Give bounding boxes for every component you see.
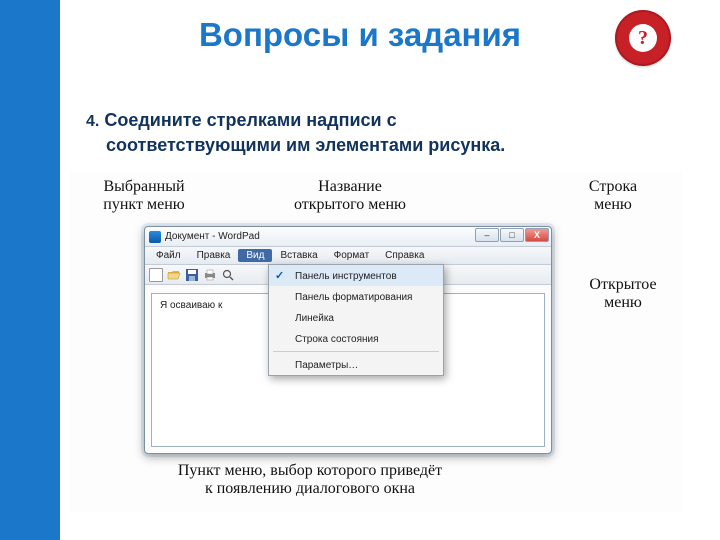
question-text: 4. Соедините стрелками надписи с соответ… [86, 108, 676, 157]
window-title-text: Документ - WordPad [165, 231, 260, 242]
dropdown-item-status-bar[interactable]: Строка состояния [269, 328, 443, 349]
slide-title: Вопросы и задания [80, 16, 640, 54]
question-mark-icon: ? [629, 24, 657, 52]
save-icon[interactable] [185, 268, 199, 282]
dropdown-item-label: Строка состояния [295, 334, 379, 345]
menu-insert[interactable]: Вставка [272, 249, 325, 262]
dropdown-item-label: Панель форматирования [295, 292, 412, 303]
annot-selected-menu-item: Выбранныйпункт меню [84, 178, 204, 215]
view-dropdown-menu: ✓ Панель инструментов Панель форматирова… [268, 264, 444, 376]
minimize-button[interactable]: – [475, 228, 499, 242]
dropdown-item-options[interactable]: Параметры… [269, 354, 443, 375]
question-line-2: соответствующими им элементами рисунка. [86, 133, 676, 157]
window-buttons: – □ X [475, 228, 549, 242]
dropdown-item-label: Панель инструментов [295, 271, 397, 282]
menu-help[interactable]: Справка [377, 249, 432, 262]
question-number: 4. [86, 113, 99, 130]
dropdown-item-label: Параметры… [295, 360, 358, 371]
menu-file[interactable]: Файл [148, 249, 189, 262]
print-icon[interactable] [203, 268, 217, 282]
question-line-1: Соедините стрелками надписи с [104, 110, 396, 130]
close-button[interactable]: X [525, 228, 549, 242]
app-icon [149, 231, 161, 243]
window-titlebar: Документ - WordPad – □ X [145, 227, 551, 247]
dropdown-separator [273, 351, 439, 352]
check-icon: ✓ [275, 269, 289, 283]
menu-format[interactable]: Формат [326, 249, 378, 262]
menu-edit[interactable]: Правка [189, 249, 239, 262]
help-badge: ? [615, 10, 671, 66]
left-accent-bar [0, 0, 60, 540]
dropdown-item-toolbar[interactable]: ✓ Панель инструментов [269, 265, 443, 286]
figure-area: Выбранныйпункт меню Названиеоткрытого ме… [70, 172, 682, 512]
dropdown-item-label: Линейка [295, 313, 334, 324]
open-file-icon[interactable] [167, 268, 181, 282]
maximize-button[interactable]: □ [500, 228, 524, 242]
annot-dialog-item: Пункт меню, выбор которого приведётк поя… [70, 462, 550, 499]
menu-view[interactable]: Вид [238, 249, 272, 262]
annot-open-menu: Открытоеменю [568, 276, 678, 313]
search-icon[interactable] [221, 268, 235, 282]
annot-open-menu-title: Названиеоткрытого меню [270, 178, 430, 215]
dropdown-item-ruler[interactable]: Линейка [269, 307, 443, 328]
document-text: Я осваиваю к [160, 300, 222, 311]
annot-menu-bar: Строкаменю [558, 178, 668, 215]
dropdown-item-format-bar[interactable]: Панель форматирования [269, 286, 443, 307]
menu-bar[interactable]: Файл Правка Вид Вставка Формат Справка [145, 247, 551, 265]
new-file-icon[interactable] [149, 268, 163, 282]
